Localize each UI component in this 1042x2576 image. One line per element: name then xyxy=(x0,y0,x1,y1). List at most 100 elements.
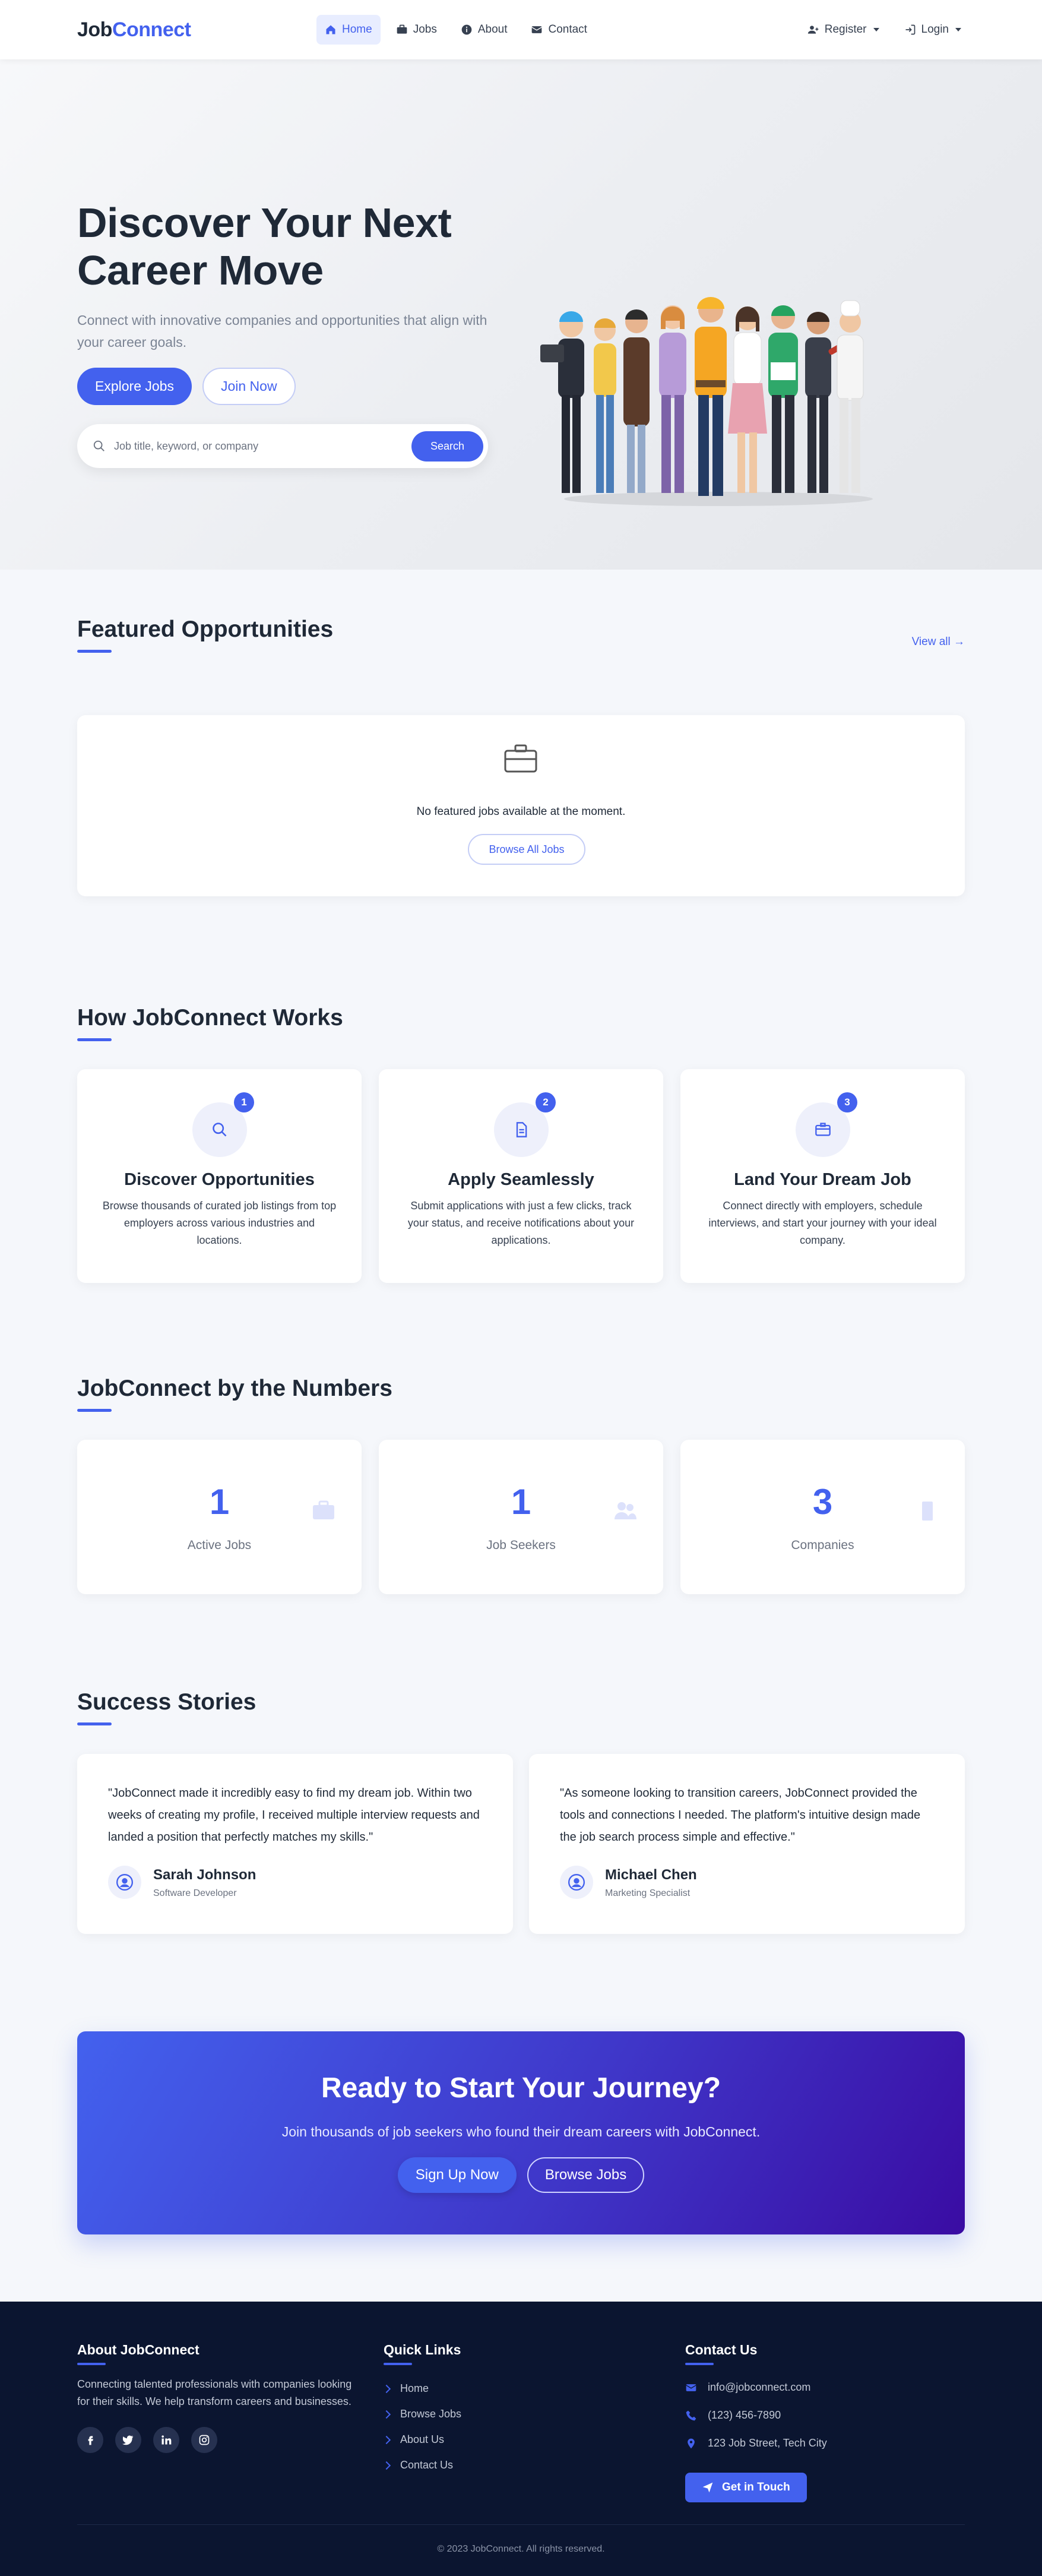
chevron-down-icon xyxy=(955,28,961,31)
nav-contact[interactable]: Contact xyxy=(522,15,595,45)
nav-jobs-label: Jobs xyxy=(413,23,437,36)
user-circle-icon xyxy=(568,1874,585,1891)
browse-jobs-button[interactable]: Browse Jobs xyxy=(527,2157,645,2193)
navbar: JobConnect Home Jobs About Contact Regis… xyxy=(0,0,1042,59)
sign-up-button[interactable]: Sign Up Now xyxy=(397,2157,517,2193)
step-number-badge: 2 xyxy=(536,1092,556,1112)
hero-text: Discover Your Next Career Move Connect w… xyxy=(77,199,517,468)
step-title: Discover Opportunities xyxy=(124,1170,315,1189)
author-role: Marketing Specialist xyxy=(605,1888,691,1898)
cta-subtitle: Join thousands of job seekers who found … xyxy=(281,2124,761,2139)
author-name: Michael Chen xyxy=(605,1867,697,1883)
contact-phone: (123) 456-7890 xyxy=(685,2401,827,2429)
chevron-right-icon xyxy=(382,2435,391,2444)
footer-link-label: Browse Jobs xyxy=(400,2408,462,2420)
stories-underline xyxy=(77,1722,112,1725)
step-description: Submit applications with just a few clic… xyxy=(407,1200,635,1246)
footer-link-contact-us[interactable]: Contact Us xyxy=(382,2452,461,2478)
numbers-title: JobConnect by the Numbers xyxy=(77,1376,392,1401)
footer-underline xyxy=(384,2363,412,2365)
avatar xyxy=(108,1866,141,1899)
twitter-icon xyxy=(122,2435,134,2445)
footer-contact-title: Contact Us xyxy=(685,2342,758,2357)
get-in-touch-button[interactable]: Get in Touch xyxy=(685,2473,807,2502)
hero-title-line2: Career Move xyxy=(77,247,324,293)
linkedin-link[interactable] xyxy=(153,2427,179,2453)
brand-logo[interactable]: JobConnect xyxy=(77,18,191,42)
main-nav: Home Jobs About Contact xyxy=(316,15,596,45)
hero-title-line1: Discover Your Next xyxy=(77,200,452,246)
nav-home-label: Home xyxy=(342,23,372,36)
users-icon xyxy=(615,1502,636,1519)
contact-address: 123 Job Street, Tech City xyxy=(685,2429,827,2457)
join-now-button[interactable]: Join Now xyxy=(202,368,296,405)
footer-link-label: About Us xyxy=(400,2433,445,2445)
envelope-icon xyxy=(531,26,543,33)
hero-section: Discover Your Next Career Move Connect w… xyxy=(0,59,1042,570)
featured-title: Featured Opportunities xyxy=(77,617,334,642)
step-description: Browse thousands of curated job listings… xyxy=(102,1200,337,1246)
home-icon xyxy=(326,25,335,34)
user-plus-icon xyxy=(807,26,819,34)
contact-email: info@jobconnect.com xyxy=(685,2373,827,2401)
footer: About JobConnect Connecting talented pro… xyxy=(0,2302,1042,2576)
cta-title: Ready to Start Your Journey? xyxy=(321,2072,721,2104)
footer-about: About JobConnect Connecting talented pro… xyxy=(77,2342,356,2453)
stat-card: 3 Companies xyxy=(680,1440,965,1594)
hero-buttons: Explore Jobs Join Now xyxy=(77,368,517,405)
testimonial-quote: "As someone looking to transition career… xyxy=(560,1787,921,1844)
footer-link-about-us[interactable]: About Us xyxy=(382,2427,461,2452)
contact-email-text: info@jobconnect.com xyxy=(708,2381,811,2393)
how-underline xyxy=(77,1038,112,1041)
footer-links-list: Home Browse Jobs About Us Contact Us xyxy=(382,2376,462,2478)
cta-banner: Ready to Start Your Journey? Join thousa… xyxy=(77,2031,965,2234)
phone-icon xyxy=(686,2410,696,2420)
briefcase-icon xyxy=(397,24,407,34)
view-all-link[interactable]: View all → xyxy=(912,636,965,649)
how-step-card: 1 Discover Opportunities Browse thousand… xyxy=(77,1069,362,1283)
footer-links-title: Quick Links xyxy=(384,2342,461,2357)
step-description: Connect directly with employers, schedul… xyxy=(708,1200,937,1246)
cta-buttons: Sign Up Now Browse Jobs xyxy=(77,2157,965,2193)
testimonial-card: "JobConnect made it incredibly easy to f… xyxy=(77,1754,513,1934)
briefcase-icon xyxy=(313,1500,334,1519)
nav-about[interactable]: About xyxy=(452,15,516,45)
footer-link-home[interactable]: Home xyxy=(382,2376,461,2401)
sign-in-icon xyxy=(905,24,915,35)
register-dropdown[interactable]: Register xyxy=(804,17,883,42)
envelope-icon xyxy=(686,2384,696,2391)
instagram-icon xyxy=(199,2435,210,2445)
login-label: Login xyxy=(921,23,949,36)
facebook-link[interactable] xyxy=(77,2427,103,2453)
linkedin-icon xyxy=(161,2435,172,2445)
browse-all-jobs-button[interactable]: Browse All Jobs xyxy=(468,834,585,865)
search-input[interactable] xyxy=(114,440,411,453)
building-icon xyxy=(922,1502,933,1521)
stat-label: Active Jobs xyxy=(187,1538,252,1552)
author-name: Sarah Johnson xyxy=(153,1867,256,1883)
featured-underline xyxy=(77,650,112,653)
footer-link-browse-jobs[interactable]: Browse Jobs xyxy=(382,2401,462,2427)
numbers-underline xyxy=(77,1409,112,1412)
twitter-link[interactable] xyxy=(115,2427,141,2453)
register-label: Register xyxy=(824,23,867,36)
user-circle-icon xyxy=(116,1874,133,1891)
envelope-open-icon xyxy=(815,1123,831,1136)
instagram-link[interactable] xyxy=(191,2427,217,2453)
explore-jobs-button[interactable]: Explore Jobs xyxy=(77,368,192,405)
how-step-card: 3 Land Your Dream Job Connect directly w… xyxy=(680,1069,965,1283)
hero-subtitle: Connect with innovative companies and op… xyxy=(77,312,487,350)
search-button[interactable]: Search xyxy=(411,431,483,462)
nav-jobs[interactable]: Jobs xyxy=(388,15,445,45)
nav-home[interactable]: Home xyxy=(316,15,381,45)
testimonial-card: "As someone looking to transition career… xyxy=(529,1754,965,1934)
footer-divider xyxy=(77,2524,965,2525)
footer-about-title: About JobConnect xyxy=(77,2342,199,2357)
footer-quick-links: Quick Links Home Browse Jobs About Us Co… xyxy=(382,2342,462,2478)
testimonial-quote: "JobConnect made it incredibly easy to f… xyxy=(108,1787,480,1844)
hero-search: Search xyxy=(77,424,488,468)
step-title: Land Your Dream Job xyxy=(734,1170,911,1189)
footer-contact: Contact Us info@jobconnect.com (123) 456… xyxy=(685,2342,827,2502)
contact-address-text: 123 Job Street, Tech City xyxy=(708,2437,827,2449)
login-dropdown[interactable]: Login xyxy=(901,17,965,42)
